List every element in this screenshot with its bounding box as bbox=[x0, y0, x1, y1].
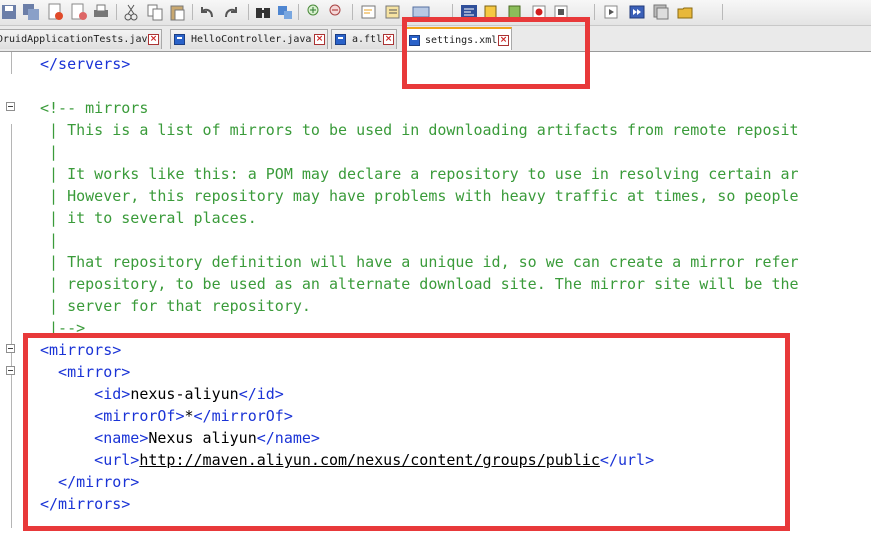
code-line: | repository, to be used as an alternate… bbox=[40, 273, 799, 295]
xml-comment: <!-- mirrors bbox=[40, 99, 149, 117]
paste-icon[interactable] bbox=[168, 3, 186, 21]
fold-toggle-icon[interactable] bbox=[6, 102, 15, 111]
zoom-out-icon[interactable] bbox=[328, 3, 346, 21]
tab-label: a.ftl bbox=[352, 34, 383, 45]
xml-comment: | it to several places. bbox=[40, 209, 257, 227]
code-line: | server for that repository. bbox=[40, 295, 311, 317]
code-line: | it to several places. bbox=[40, 207, 257, 229]
wrap-icon[interactable] bbox=[360, 3, 378, 21]
file-icon bbox=[335, 34, 346, 45]
tab-label: DruidApplicationTests.java bbox=[0, 34, 154, 45]
toolbar-separator bbox=[298, 4, 299, 20]
xml-comment: | This is a list of mirrors to be used i… bbox=[40, 121, 799, 139]
redo-icon[interactable] bbox=[222, 3, 240, 21]
save-all-icon[interactable] bbox=[22, 3, 40, 21]
code-line: | It works like this: a POM may declare … bbox=[40, 163, 799, 185]
xml-comment: | bbox=[40, 143, 59, 161]
toolbar-separator bbox=[352, 4, 353, 20]
java-file-icon bbox=[174, 34, 185, 45]
code-line: | bbox=[40, 229, 58, 251]
tab-druid-application-tests[interactable]: DruidApplicationTests.java × bbox=[0, 29, 162, 49]
fold-guide bbox=[11, 52, 12, 74]
undo-icon[interactable] bbox=[198, 3, 216, 21]
open-folder-icon[interactable] bbox=[676, 3, 694, 21]
code-line: | This is a list of mirrors to be used i… bbox=[40, 119, 799, 141]
highlight-box-mirrors-block bbox=[23, 333, 790, 531]
tab-label: HelloController.java bbox=[191, 34, 312, 45]
cut-icon[interactable] bbox=[122, 3, 140, 21]
replace-icon[interactable] bbox=[276, 3, 294, 21]
fold-guide bbox=[11, 352, 12, 528]
toolbar-separator bbox=[722, 4, 723, 20]
toolbar-separator bbox=[192, 4, 193, 20]
save-icon[interactable] bbox=[0, 3, 18, 21]
print-icon[interactable] bbox=[92, 3, 110, 21]
fold-toggle-icon[interactable] bbox=[6, 366, 15, 375]
close-icon[interactable]: × bbox=[314, 34, 325, 45]
code-line: <!-- mirrors bbox=[40, 97, 148, 119]
highlight-box-settings-tab bbox=[402, 17, 590, 89]
close-file-icon[interactable] bbox=[46, 3, 64, 21]
toolbar-separator bbox=[248, 4, 249, 20]
tab-a-ftl[interactable]: a.ftl × bbox=[331, 29, 397, 49]
xml-comment: | repository, to be used as an alternate… bbox=[40, 275, 799, 293]
xml-comment: | However, this repository may have prob… bbox=[40, 187, 799, 205]
code-line: | bbox=[40, 141, 58, 163]
xml-comment: | It works like this: a POM may declare … bbox=[40, 165, 799, 183]
find-icon[interactable] bbox=[254, 3, 272, 21]
indent-icon[interactable] bbox=[384, 3, 402, 21]
fold-toggle-icon[interactable] bbox=[6, 344, 15, 353]
zoom-in-icon[interactable] bbox=[306, 3, 324, 21]
xml-tag: </servers> bbox=[40, 55, 131, 73]
toolbar-separator bbox=[594, 4, 595, 20]
xml-comment: | That repository definition will have a… bbox=[40, 253, 799, 271]
tab-hello-controller[interactable]: HelloController.java × bbox=[170, 29, 328, 49]
xml-comment: | bbox=[40, 231, 59, 249]
close-all-icon[interactable] bbox=[70, 3, 88, 21]
save-macro-icon[interactable] bbox=[652, 3, 670, 21]
code-line: </servers> bbox=[40, 53, 130, 75]
code-line: | That repository definition will have a… bbox=[40, 251, 799, 273]
xml-comment: | server for that repository. bbox=[40, 297, 311, 315]
code-line: | However, this repository may have prob… bbox=[40, 185, 799, 207]
run-macro-multiple-icon[interactable] bbox=[628, 3, 646, 21]
close-icon[interactable]: × bbox=[383, 34, 394, 45]
close-icon[interactable]: × bbox=[148, 34, 159, 45]
toolbar-separator bbox=[116, 4, 117, 20]
play-macro-icon[interactable] bbox=[602, 3, 620, 21]
copy-icon[interactable] bbox=[146, 3, 164, 21]
